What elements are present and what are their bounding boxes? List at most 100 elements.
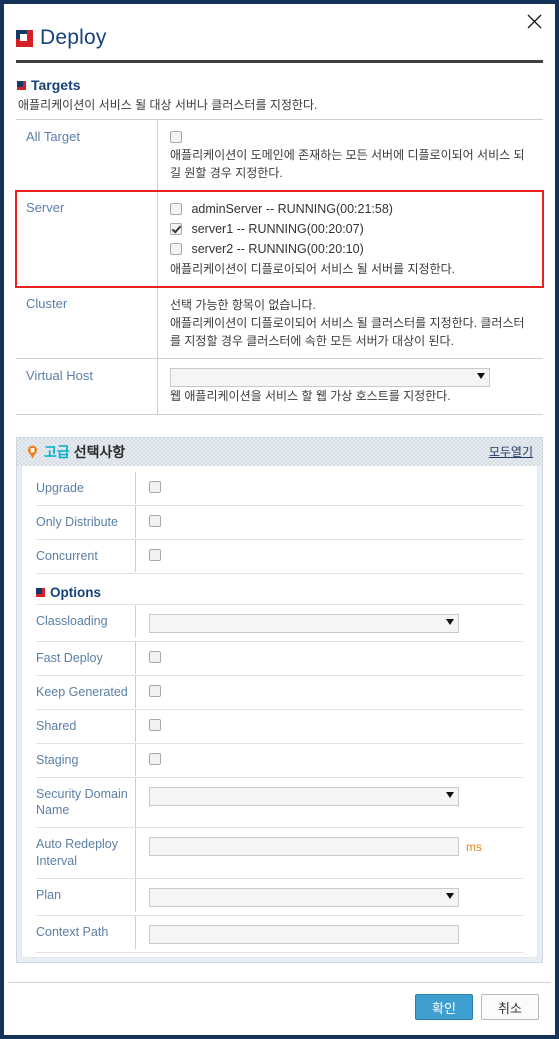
advanced-body: Upgrade Only Distribute Concurrent Optio… xyxy=(21,465,538,958)
targets-description: 애플리케이션이 서비스 될 대상 서버나 클러스터를 지정한다. xyxy=(18,98,318,112)
all-target-body: 애플리케이션이 도메인에 존재하는 모든 서버에 디플로이되어 서비스 되길 원… xyxy=(158,120,543,190)
field-keep-generated: Keep Generated xyxy=(36,675,523,710)
server-item-adminserver[interactable]: adminServer -- RUNNING(00:21:58) xyxy=(170,200,535,218)
server-checkbox-server1[interactable] xyxy=(170,223,182,236)
label-only-distribute: Only Distribute xyxy=(36,505,136,539)
label-concurrent: Concurrent xyxy=(36,539,136,573)
field-classloading: Classloading xyxy=(36,604,523,642)
label-plan: Plan xyxy=(36,879,136,912)
server-item-server1[interactable]: server1 -- RUNNING(00:20:07) xyxy=(170,220,535,238)
security-domain-select[interactable] xyxy=(149,786,459,806)
cluster-body: 선택 가능한 항목이 없습니다. 애플리케이션이 디플로이되어 서비스 될 클러… xyxy=(158,287,543,358)
shared-checkbox[interactable] xyxy=(149,718,161,731)
label-keep-generated: Keep Generated xyxy=(36,675,136,709)
options-heading: Options xyxy=(50,584,101,600)
server-checkbox-adminserver[interactable] xyxy=(170,203,182,216)
close-icon[interactable] xyxy=(523,10,545,32)
classloading-select-wrap xyxy=(149,613,459,633)
staging-checkbox[interactable] xyxy=(149,752,161,765)
row-all-target: All Target 애플리케이션이 도메인에 존재하는 모든 서버에 디플로이… xyxy=(16,120,543,192)
confirm-button[interactable]: 확인 xyxy=(415,994,473,1020)
control-keep-generated xyxy=(136,676,523,705)
server-item-server2[interactable]: server2 -- RUNNING(00:20:10) xyxy=(170,240,535,258)
label-virtual-host: Virtual Host xyxy=(16,359,158,414)
cluster-hint: 애플리케이션이 디플로이되어 서비스 될 클러스터를 지정한다. 클러스터를 지… xyxy=(170,316,525,348)
label-security-domain-name: Security Domain Name xyxy=(36,777,136,828)
control-only-distribute xyxy=(136,506,523,535)
virtual-host-select[interactable] xyxy=(170,368,490,388)
control-context-path xyxy=(136,916,523,952)
field-plan: Plan xyxy=(36,879,523,916)
control-plan xyxy=(136,879,523,915)
server-body: adminServer -- RUNNING(00:21:58) server1… xyxy=(158,191,543,286)
label-shared: Shared xyxy=(36,709,136,743)
label-staging: Staging xyxy=(36,743,136,777)
control-fast-deploy xyxy=(136,642,523,671)
lightbulb-icon xyxy=(26,445,39,459)
keep-generated-checkbox[interactable] xyxy=(149,684,161,697)
section-bullet-icon xyxy=(17,80,26,90)
upgrade-checkbox[interactable] xyxy=(149,480,161,493)
label-upgrade: Upgrade xyxy=(36,471,136,505)
field-fast-deploy: Fast Deploy xyxy=(36,641,523,676)
field-only-distribute: Only Distribute xyxy=(36,505,523,540)
server-hint: 애플리케이션이 디플로이되어 서비스 될 서버를 지정한다. xyxy=(170,261,455,276)
control-upgrade xyxy=(136,472,523,501)
deploy-logo-icon xyxy=(16,29,33,47)
targets-heading-row: Targets xyxy=(17,77,555,93)
cluster-empty-text: 선택 가능한 항목이 없습니다. xyxy=(170,297,316,312)
row-virtual-host: Virtual Host 웹 애플리케이션을 서비스 할 웹 가상 호스트를 지… xyxy=(16,359,543,415)
server-label-server2: server2 -- RUNNING(00:20:10) xyxy=(191,242,364,257)
advanced-badge: 고급 xyxy=(44,443,70,460)
fast-deploy-checkbox[interactable] xyxy=(149,650,161,663)
control-staging xyxy=(136,744,523,773)
only-distribute-checkbox[interactable] xyxy=(149,514,161,527)
virtual-host-hint: 웹 애플리케이션을 서비스 할 웹 가상 호스트를 지정한다. xyxy=(170,389,451,404)
concurrent-checkbox[interactable] xyxy=(149,548,161,561)
targets-table: All Target 애플리케이션이 도메인에 존재하는 모든 서버에 디플로이… xyxy=(15,119,544,415)
expand-all-link[interactable]: 모두열기 xyxy=(489,443,533,460)
virtual-host-select-wrap xyxy=(170,368,490,388)
label-context-path: Context Path xyxy=(36,916,136,949)
advanced-header: 고급 선택사항 모두열기 xyxy=(17,437,542,466)
title-divider xyxy=(16,60,543,63)
control-concurrent xyxy=(136,540,523,569)
row-server: Server adminServer -- RUNNING(00:21:58) … xyxy=(15,190,544,288)
label-cluster: Cluster xyxy=(16,286,158,359)
server-label-adminserver: adminServer -- RUNNING(00:21:58) xyxy=(191,202,393,217)
all-target-checkbox[interactable] xyxy=(170,131,182,143)
plan-select-wrap xyxy=(149,888,459,907)
server-checkbox-server2[interactable] xyxy=(170,243,182,256)
control-shared xyxy=(136,710,523,739)
auto-redeploy-unit: ms xyxy=(466,839,482,854)
label-auto-redeploy-interval: Auto Redeploy Interval xyxy=(36,828,136,878)
field-auto-redeploy-interval: Auto Redeploy Interval ms xyxy=(36,828,523,879)
field-staging: Staging xyxy=(36,743,523,778)
label-classloading: Classloading xyxy=(36,604,136,638)
server-label-server1: server1 -- RUNNING(00:20:07) xyxy=(191,222,364,237)
deploy-dialog: Deploy Targets 애플리케이션이 서비스 될 대상 서버나 클러스터… xyxy=(0,0,559,1039)
dialog-footer: 확인 취소 xyxy=(8,982,551,1031)
all-target-hint: 애플리케이션이 도메인에 존재하는 모든 서버에 디플로이되어 서비스 되길 원… xyxy=(170,148,525,180)
context-path-input[interactable] xyxy=(149,925,459,944)
advanced-header-left: 고급 선택사항 xyxy=(26,442,125,462)
control-auto-redeploy-interval: ms xyxy=(136,828,523,864)
field-concurrent: Concurrent xyxy=(36,539,523,574)
label-server: Server xyxy=(16,191,158,286)
virtual-host-body: 웹 애플리케이션을 서비스 할 웹 가상 호스트를 지정한다. xyxy=(158,359,543,413)
classloading-select[interactable] xyxy=(149,613,459,633)
label-all-target: All Target xyxy=(16,120,158,191)
auto-redeploy-interval-input[interactable] xyxy=(149,837,459,857)
security-domain-select-wrap xyxy=(149,786,459,806)
field-context-path: Context Path xyxy=(36,916,523,953)
cancel-button[interactable]: 취소 xyxy=(481,994,539,1020)
field-shared: Shared xyxy=(36,709,523,744)
plan-select[interactable] xyxy=(149,888,459,907)
options-heading-row: Options xyxy=(36,585,537,600)
options-bullet-icon xyxy=(36,587,45,597)
page-title: Deploy xyxy=(40,26,107,49)
field-upgrade: Upgrade xyxy=(36,471,523,506)
control-security-domain-name xyxy=(136,778,523,814)
advanced-title: 선택사항 xyxy=(73,443,126,460)
field-security-domain-name: Security Domain Name xyxy=(36,777,523,829)
